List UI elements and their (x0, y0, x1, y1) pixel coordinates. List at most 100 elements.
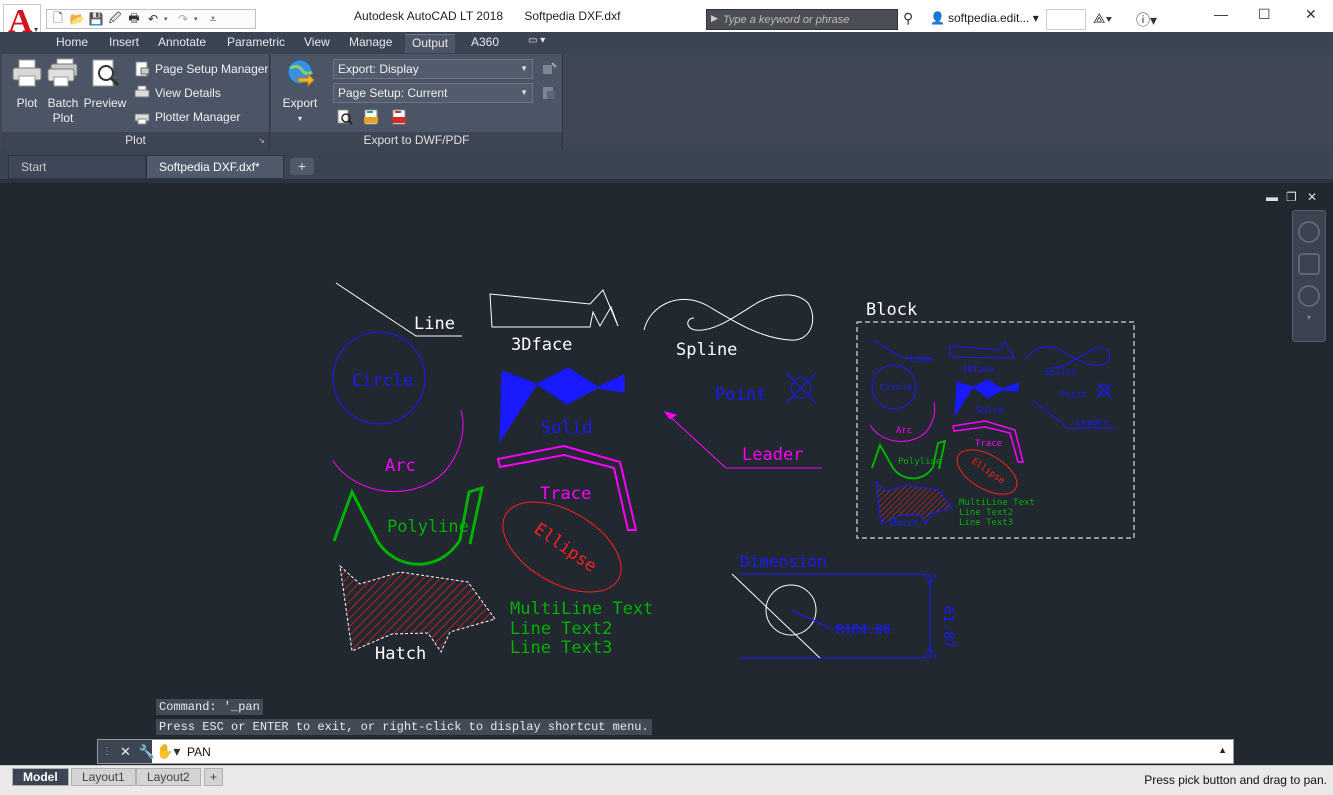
export-display-value: Export: Display (338, 62, 419, 76)
block-spline (1025, 346, 1111, 369)
batch-plot-label-line1: Batch (47, 96, 79, 110)
tab-annotate[interactable]: Annotate (158, 35, 206, 49)
tab-manage[interactable]: Manage (349, 35, 392, 49)
export-pdf-icon[interactable] (391, 109, 407, 125)
page-setup-manager-button[interactable]: Page Setup Manager (134, 61, 268, 77)
save-as-icon[interactable]: 🖉 (107, 11, 123, 27)
add-layout-button[interactable]: + (204, 768, 224, 786)
tab-layout2[interactable]: Layout2 (136, 768, 201, 786)
batch-plot-button[interactable]: Batch Plot (45, 58, 81, 126)
tab-home[interactable]: Home (56, 35, 88, 49)
export-settings-icon[interactable] (541, 61, 557, 77)
customize-toolbar-icon[interactable]: ⩡ (205, 11, 221, 27)
title-bar: A LT ▾ 🗋 📂 💾 🖉 🖶 ↶ ▾ ↷ ▾ ⩡ Autodesk Auto… (0, 0, 1333, 48)
batch-plot-label-line2: Plot (52, 111, 74, 125)
tab-layout1[interactable]: Layout1 (71, 768, 136, 786)
block-polyline-label: Polyline (898, 457, 941, 467)
close-command-line-icon[interactable]: ✕ (120, 744, 131, 760)
chevron-down-icon: ▾ (297, 114, 302, 123)
pan-hand-icon[interactable] (1298, 253, 1320, 275)
tab-insert[interactable]: Insert (109, 35, 139, 49)
user-name: softpedia.edit... (947, 11, 1030, 25)
command-history-toggle-icon[interactable]: ▲ (1218, 745, 1227, 755)
quick-access-toolbar: 🗋 📂 💾 🖉 🖶 ↶ ▾ ↷ ▾ ⩡ (46, 9, 256, 29)
drawing-canvas[interactable]: Line 3Dface Spline Circle Solid Point Ar… (0, 183, 1333, 765)
tab-a360[interactable]: A360 (471, 35, 499, 49)
navigation-bar: ▾ (1292, 210, 1326, 342)
user-icon: 👤 (930, 11, 945, 25)
block-line-label: Line (910, 355, 932, 365)
block-mtext-line-1: MultiLine Text (959, 498, 1035, 508)
steering-wheel-icon[interactable] (1298, 221, 1320, 243)
close-icon[interactable]: ✕ (1305, 6, 1317, 23)
block-3dface-label: 3Dface (962, 365, 995, 375)
arc-label: Arc (385, 456, 416, 476)
user-account[interactable]: 👤 softpedia.edit... ▾ (930, 11, 1039, 25)
search-input[interactable] (723, 12, 893, 27)
preview-button[interactable]: Preview (83, 58, 127, 111)
a360-exchange-icon[interactable]: ⟁▾ (1093, 10, 1112, 27)
mtext-line-2: Line Text2 (510, 619, 612, 639)
3dface-entity (489, 289, 619, 328)
user-field[interactable] (1046, 9, 1086, 30)
help-icon[interactable]: ⓘ▾ (1136, 10, 1157, 30)
open-folder-icon[interactable]: 📂 (69, 11, 85, 27)
model-space-drawing: Line 3Dface Spline Circle Solid Point Ar… (332, 282, 1135, 664)
zoom-icon[interactable] (1298, 285, 1320, 307)
page-setup-override-icon[interactable] (541, 85, 557, 101)
plot-panel-title-text: Plot (125, 133, 146, 147)
viewport-restore-icon[interactable]: ❐ (1286, 190, 1297, 204)
viewport-close-icon[interactable]: ✕ (1307, 190, 1317, 204)
dimension-lines (740, 573, 931, 659)
undo-dropdown-icon[interactable]: ▾ (164, 15, 172, 23)
tab-output[interactable]: Output (405, 34, 456, 53)
tab-document-label: Softpedia DXF.dxf* (159, 160, 260, 174)
circle-label: Circle (352, 371, 413, 391)
viewport-minimize-icon[interactable]: ▬ (1266, 190, 1278, 204)
maximize-icon[interactable]: ☐ (1258, 6, 1271, 23)
command-input[interactable]: PAN (187, 745, 211, 759)
print-icon[interactable]: 🖶 (126, 11, 142, 27)
line-label: Line (414, 314, 455, 334)
batch-printer-icon (47, 58, 78, 87)
printer-icon (12, 59, 42, 87)
solid-entity-1 (499, 370, 538, 443)
plotter-manager-label: Plotter Manager (155, 110, 241, 124)
expand-search-icon[interactable]: ▶ (711, 13, 718, 24)
new-tab-button[interactable]: + (290, 158, 314, 175)
export-panel-title: Export to DWF/PDF (271, 132, 562, 150)
tab-view[interactable]: View (304, 35, 330, 49)
tab-start[interactable]: Start (8, 155, 146, 179)
command-line-grip[interactable]: ⋮ ✕ 🔧 (98, 740, 155, 763)
solid-entity-2 (536, 367, 625, 405)
undo-icon[interactable]: ↶ (145, 11, 161, 27)
trace-label: Trace (540, 484, 591, 504)
customize-wrench-icon[interactable]: 🔧 (139, 744, 155, 760)
save-icon[interactable]: 💾 (88, 11, 104, 27)
panel-launcher-icon[interactable]: ↘ (258, 132, 265, 149)
redo-dropdown-icon[interactable]: ▾ (194, 15, 202, 23)
drag-handle-icon[interactable]: ⋮ (102, 746, 112, 757)
block-hatch-label: Hatch (891, 519, 918, 529)
command-history-line: Command: '_pan (156, 699, 263, 715)
preview-export-icon[interactable] (337, 109, 353, 125)
pan-hand-icon[interactable]: ✋▾ (156, 743, 180, 760)
binoculars-icon[interactable]: ⚲ (903, 10, 913, 27)
plot-button[interactable]: Plot (9, 58, 45, 111)
block-3dface (949, 341, 1015, 359)
tab-document[interactable]: Softpedia DXF.dxf* ✕ (146, 155, 284, 196)
tab-model[interactable]: Model (12, 768, 69, 786)
new-file-icon[interactable]: 🗋 (50, 11, 66, 27)
view-details-button[interactable]: View Details (134, 85, 221, 101)
ribbon-options-icon[interactable]: ▭ ▾ (528, 35, 545, 46)
export-button[interactable]: Export ▾ (278, 58, 322, 126)
page-setup-select[interactable]: Page Setup: Current ▼ (333, 83, 533, 103)
minimize-icon[interactable]: — (1214, 6, 1228, 22)
navbar-options-icon[interactable]: ▾ (1293, 313, 1325, 322)
tab-parametric[interactable]: Parametric (227, 35, 285, 49)
export-display-select[interactable]: Export: Display ▼ (333, 59, 533, 79)
export-dwfx-icon[interactable] (363, 109, 379, 125)
redo-icon[interactable]: ↷ (175, 11, 191, 27)
plotter-manager-button[interactable]: Plotter Manager (134, 109, 240, 125)
dimension-label: Dimension (740, 552, 827, 571)
